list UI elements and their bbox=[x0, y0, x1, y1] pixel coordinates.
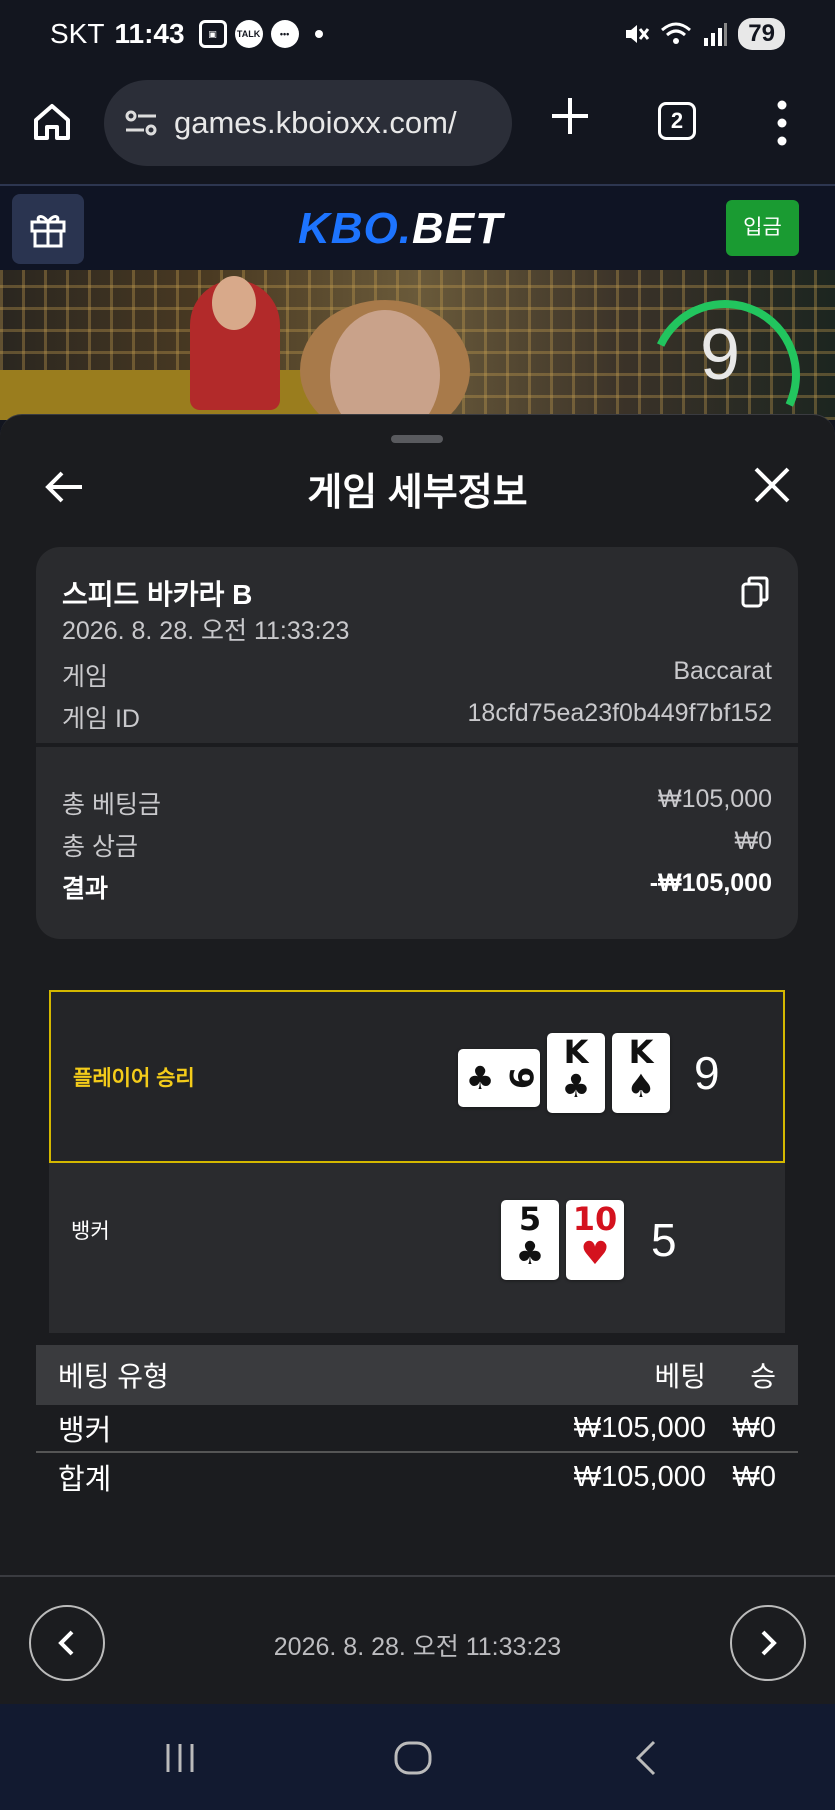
banker-label: 뱅커 bbox=[71, 1220, 110, 1243]
status-bar: SKT 11:43 ▣ TALK ••• 79 bbox=[0, 0, 835, 68]
bet-table-header: 베팅 유형 베팅 승 bbox=[36, 1345, 798, 1405]
site-logo[interactable]: KBO.BET bbox=[298, 204, 503, 254]
win-amount-cell: ₩0 bbox=[732, 1411, 777, 1444]
system-back-icon[interactable] bbox=[626, 1736, 670, 1780]
player-card-1: ♣ 9 bbox=[458, 1049, 540, 1107]
browser-toolbar: games.kboioxx.com/ 2 bbox=[0, 68, 835, 184]
total-bet-label: 총 베팅금 bbox=[62, 791, 161, 819]
game-type-value: Baccarat bbox=[673, 657, 772, 685]
banker-card-1: 5 ♣ bbox=[501, 1200, 559, 1280]
banker-result-panel: 뱅커 5 ♣ 10 ♥ 5 bbox=[49, 1163, 785, 1333]
logo-part2: BET bbox=[412, 204, 503, 253]
new-tab-icon[interactable] bbox=[548, 94, 592, 138]
round-timer: 9 bbox=[700, 315, 741, 395]
total-bet-row: 총 베팅금 ₩105,000 bbox=[62, 785, 772, 821]
system-status: 79 bbox=[622, 18, 785, 50]
home-icon[interactable] bbox=[30, 100, 74, 144]
game-id-label: 게임 ID bbox=[62, 705, 140, 733]
talk-notification-icon: TALK bbox=[234, 20, 263, 48]
live-video-stream[interactable]: 9 bbox=[0, 270, 835, 420]
gift-icon bbox=[30, 215, 66, 248]
site-settings-icon[interactable] bbox=[124, 108, 158, 138]
close-icon[interactable] bbox=[752, 465, 792, 505]
mute-icon bbox=[626, 25, 650, 43]
game-name: 스피드 바카라 B bbox=[62, 579, 253, 610]
recent-apps-icon[interactable] bbox=[158, 1736, 202, 1780]
player-result-panel: 플레이어 승리 ♣ 9 K ♣ K ♠ 9 bbox=[49, 990, 785, 1163]
bet-type-cell: 뱅커 bbox=[58, 1415, 112, 1447]
player-score: 9 bbox=[694, 1047, 720, 1099]
bet-table: 베팅 유형 베팅 승 뱅커 ₩105,000 ₩0 합계 ₩105,000 ₩0 bbox=[36, 1345, 798, 1501]
card-divider bbox=[36, 743, 798, 747]
home-circle-icon[interactable] bbox=[391, 1736, 435, 1780]
player-win-label: 플레이어 승리 bbox=[73, 1067, 195, 1090]
result-row: 결과 -₩105,000 bbox=[62, 869, 772, 905]
result-label: 결과 bbox=[62, 875, 109, 903]
game-datetime: 2026. 8. 28. 오전 11:33:23 bbox=[62, 617, 350, 645]
total-label-cell: 합계 bbox=[58, 1464, 112, 1496]
banker-score: 5 bbox=[651, 1214, 677, 1266]
gift-button[interactable] bbox=[12, 194, 84, 264]
total-win-row: 총 상금 ₩0 bbox=[62, 827, 772, 863]
sheet-title: 게임 세부정보 bbox=[307, 472, 528, 514]
total-win-label: 총 상금 bbox=[62, 833, 138, 861]
table-row: 뱅커 ₩105,000 ₩0 bbox=[36, 1405, 798, 1453]
game-id-value: 18cfd75ea23f0b449f7bf152 bbox=[467, 699, 772, 727]
footer-divider bbox=[0, 1575, 835, 1577]
wifi-icon bbox=[661, 22, 692, 44]
player-card-3: K ♠ bbox=[612, 1033, 670, 1113]
game-type-row: 게임 Baccarat bbox=[62, 657, 772, 693]
video-table bbox=[0, 370, 330, 420]
col-bet: 베팅 bbox=[654, 1361, 706, 1392]
url-text: games.kboioxx.com/ bbox=[174, 105, 457, 140]
more-notifications-dot-icon bbox=[314, 30, 323, 38]
address-bar[interactable]: games.kboioxx.com/ bbox=[104, 80, 512, 166]
total-bet-cell: ₩105,000 bbox=[573, 1460, 706, 1493]
col-bet-type: 베팅 유형 bbox=[58, 1361, 169, 1392]
notification-icons: ▣ TALK ••• bbox=[198, 20, 323, 48]
chevron-right-icon bbox=[761, 1630, 777, 1656]
total-win-cell: ₩0 bbox=[732, 1460, 777, 1493]
round-datetime: 2026. 8. 28. 오전 11:33:23 bbox=[273, 1633, 562, 1661]
logo-part1: KBO. bbox=[298, 204, 412, 253]
table-row-total: 합계 ₩105,000 ₩0 bbox=[36, 1453, 798, 1501]
next-round-button[interactable] bbox=[730, 1605, 806, 1681]
col-win: 승 bbox=[750, 1361, 776, 1392]
sheet-drag-handle[interactable] bbox=[391, 435, 443, 443]
bet-amount-cell: ₩105,000 bbox=[573, 1411, 706, 1444]
message-notification-icon: ••• bbox=[270, 20, 299, 48]
copy-icon[interactable] bbox=[740, 575, 770, 609]
system-navigation-bar bbox=[0, 1704, 835, 1810]
game-details-sheet: 게임 세부정보 스피드 바카라 B 2026. 8. 28. 오전 11:33:… bbox=[0, 414, 835, 1704]
deposit-button[interactable]: 입금 bbox=[726, 200, 799, 256]
more-vert-icon[interactable] bbox=[774, 98, 790, 148]
battery-indicator: 79 bbox=[738, 18, 785, 50]
tab-switcher-button[interactable]: 2 bbox=[658, 102, 696, 140]
game-type-label: 게임 bbox=[62, 663, 109, 691]
result-value: -₩105,000 bbox=[649, 869, 772, 897]
total-bet-value: ₩105,000 bbox=[658, 785, 772, 813]
game-id-row: 게임 ID 18cfd75ea23f0b449f7bf152 bbox=[62, 699, 772, 735]
signal-icon bbox=[704, 23, 728, 46]
player-card-2: K ♣ bbox=[547, 1033, 605, 1113]
clock: 11:43 bbox=[114, 18, 185, 49]
gallery-notification-icon: ▣ bbox=[198, 20, 227, 48]
carrier-label: SKT bbox=[50, 18, 105, 49]
banker-card-2: 10 ♥ bbox=[566, 1200, 624, 1280]
game-info-card: 스피드 바카라 B 2026. 8. 28. 오전 11:33:23 게임 Ba… bbox=[36, 547, 798, 939]
total-win-value: ₩0 bbox=[734, 827, 773, 855]
site-header: KBO.BET 입금 bbox=[0, 184, 835, 270]
